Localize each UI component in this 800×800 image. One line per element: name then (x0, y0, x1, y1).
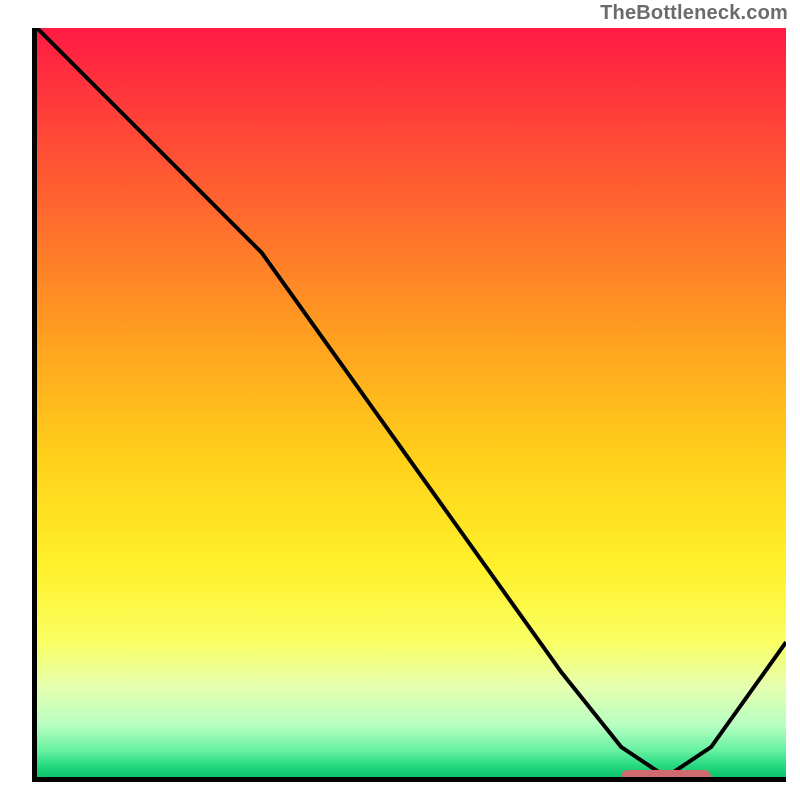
optimal-zone-marker (621, 770, 711, 777)
plot-area (37, 28, 786, 777)
bottleneck-curve (37, 28, 786, 777)
watermark-text: TheBottleneck.com (600, 2, 788, 25)
chart-frame (32, 28, 786, 782)
